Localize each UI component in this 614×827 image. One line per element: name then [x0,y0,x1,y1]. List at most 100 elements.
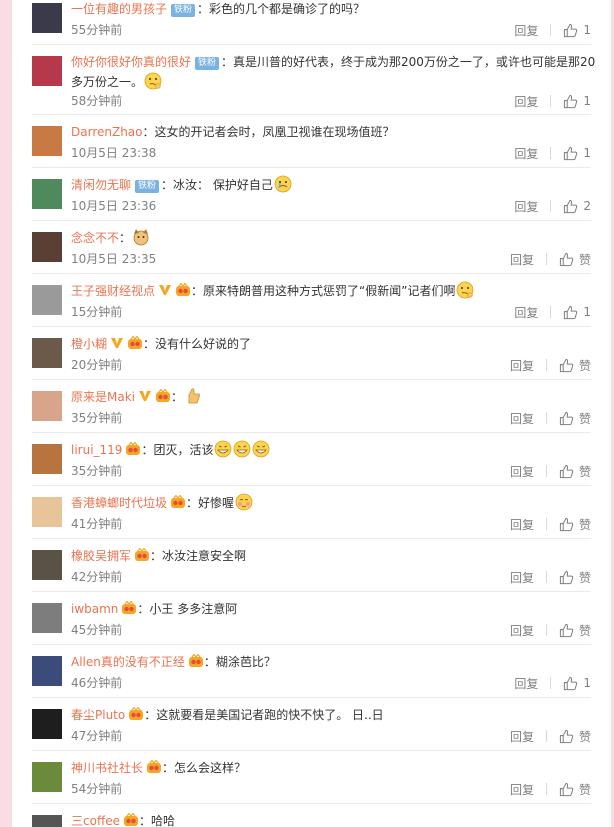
comment-text: ：好惨喔 [186,496,235,510]
reply-button[interactable]: 回复 [514,304,538,321]
like-button[interactable]: 1 [563,23,591,38]
member-badge-icon [176,283,191,296]
member-badge-icon [156,389,170,402]
comment-text: ： [171,390,184,404]
avatar[interactable] [32,603,62,633]
reply-button[interactable]: 回复 [514,198,538,215]
reply-button[interactable]: 回复 [510,251,534,268]
thumbs-up-icon [559,729,574,743]
comment-actions: 回复 1 [514,22,591,38]
user-name-link[interactable]: 春尘Pluto [71,708,125,722]
shy-emoji-icon [235,493,253,511]
comment-line: 王子强财经视点 ：原来特朗普用这种方式惩罚了“假新闻”记者们啊 [71,281,601,301]
member-badge-icon [147,760,162,773]
avatar[interactable] [32,709,62,739]
user-name-link[interactable]: 王子强财经视点 [71,284,155,298]
member-badge-icon [135,548,150,561]
user-name-link[interactable]: 神川书社社长 [71,761,143,775]
reply-button[interactable]: 回复 [510,357,534,374]
user-name-link[interactable]: 原来是Maki [71,390,135,404]
like-button[interactable]: 1 [563,305,591,320]
user-name-link[interactable]: 清闲勿无聊 [71,178,131,192]
reply-button[interactable]: 回复 [510,410,534,427]
user-name-link[interactable]: 香港蟑螂时代垃圾 [71,496,167,510]
like-button[interactable]: 1 [563,94,591,109]
avatar[interactable] [32,3,62,33]
like-count: 赞 [578,570,591,585]
avatar[interactable] [32,338,62,368]
reply-button[interactable]: 回复 [510,728,534,745]
like-count: 1 [583,305,591,319]
user-name-link[interactable]: lirui_119 [71,443,122,457]
like-button[interactable]: 赞 [559,516,591,533]
avatar[interactable] [32,444,62,474]
comment-text: ： [119,231,132,245]
like-button[interactable]: 赞 [559,781,591,798]
member-badge-icon [188,654,203,667]
like-button[interactable]: 赞 [559,622,591,639]
avatar[interactable] [32,179,62,209]
thumbs-up-icon [559,252,574,266]
like-button[interactable]: 赞 [559,357,591,374]
member-badge-icon [123,813,138,826]
user-name-link[interactable]: DarrenZhao [71,125,143,139]
comment-item: DarrenZhao：这女的开记者会时，凤凰卫视谁在现场值班？ 10月5日 23:… [12,115,611,168]
comment-actions: 回复 赞 [510,569,591,585]
comment-item: 一位有趣的男孩子 铁粉 ：彩色的几个都是确诊了的吗？ 55分钟前 回复 1 [12,0,611,45]
comment-panel: 一位有趣的男孩子 铁粉 ：彩色的几个都是确诊了的吗？ 55分钟前 回复 1 你好你很好你真的… [12,0,611,827]
reply-button[interactable]: 回复 [510,463,534,480]
user-name-link[interactable]: 你好你很好你真的很好 [71,55,191,69]
action-divider [550,95,552,107]
like-button[interactable]: 赞 [559,569,591,586]
user-name-link[interactable]: 橙小糊 [71,337,107,351]
comment-timestamp: 45分钟前 [71,623,123,637]
like-button[interactable]: 赞 [559,728,591,745]
reply-button[interactable]: 回复 [514,93,538,110]
like-button[interactable]: 赞 [559,410,591,427]
avatar[interactable] [32,762,62,792]
reply-button[interactable]: 回复 [510,516,534,533]
comment-timestamp: 10月5日 23:36 [71,199,157,213]
reply-button[interactable]: 回复 [510,622,534,639]
avatar[interactable] [32,497,62,527]
avatar[interactable] [32,285,62,315]
like-button[interactable]: 赞 [559,251,591,268]
action-divider [550,147,552,159]
grin-emoji-icon [234,440,251,458]
avatar[interactable] [32,56,62,86]
action-divider [550,306,552,318]
action-divider [545,783,547,795]
user-name-link[interactable]: 三coffee [71,814,120,827]
avatar[interactable] [32,815,62,827]
avatar[interactable] [32,656,62,686]
reply-button[interactable]: 回复 [510,781,534,798]
comment-line: iwbamn ：小王 多多注意阿 [71,599,601,619]
user-name-link[interactable]: Allen真的没有不正经 [71,655,185,669]
like-button[interactable]: 赞 [559,463,591,480]
comment-line: Allen真的没有不正经 ：糊涂芭比？ [71,652,601,672]
like-button[interactable]: 1 [563,676,591,691]
comment-line: 你好你很好你真的很好 铁粉 ：真是川普的好代表，终于成为那200万份之一了，或许也可… [71,52,601,92]
reply-button[interactable]: 回复 [514,675,538,692]
reply-button[interactable]: 回复 [514,145,538,162]
comment-timestamp: 55分钟前 [71,23,123,37]
comment-timestamp: 20分钟前 [71,358,123,372]
like-button[interactable]: 1 [563,146,591,161]
avatar[interactable] [32,232,62,262]
comment-actions: 回复 赞 [510,357,591,373]
comment-actions: 回复 1 [514,675,591,691]
action-divider [545,412,547,424]
user-name-link[interactable]: 一位有趣的男孩子 [71,2,167,16]
avatar[interactable] [32,391,62,421]
like-button[interactable]: 2 [563,199,591,214]
thumbs-up-icon [559,623,574,637]
user-name-link[interactable]: iwbamn [71,602,118,616]
thumbs-up-icon [564,23,578,37]
reply-button[interactable]: 回复 [514,22,538,39]
reply-button[interactable]: 回复 [510,569,534,586]
user-name-link[interactable]: 橡胶吴拥军 [71,549,131,563]
avatar[interactable] [32,126,62,156]
user-name-link[interactable]: 念念不不 [71,231,119,245]
thumbs-up-icon [564,94,578,108]
avatar[interactable] [32,550,62,580]
